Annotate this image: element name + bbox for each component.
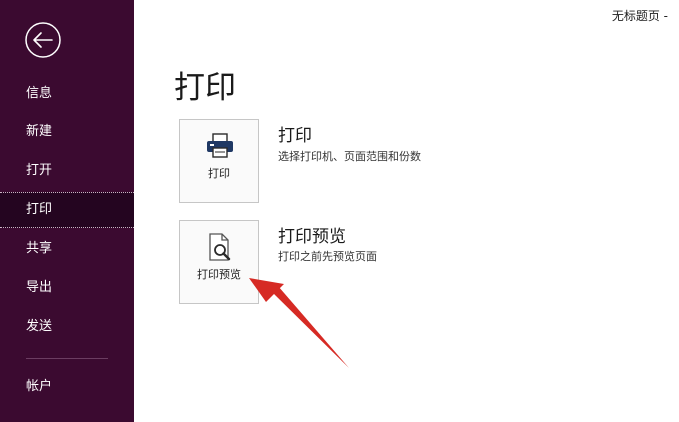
print-preview-option-description: 打印之前先预览页面	[278, 250, 377, 263]
sidebar-item-new[interactable]: 新建	[0, 114, 134, 150]
sidebar-item-export[interactable]: 导出	[0, 270, 134, 306]
print-option-description: 选择打印机、页面范围和份数	[278, 150, 421, 163]
sidebar-item-info[interactable]: 信息	[0, 76, 134, 112]
sidebar-divider	[26, 358, 108, 359]
back-arrow-icon	[25, 22, 61, 58]
print-preview-option-title: 打印预览	[278, 227, 346, 247]
back-button[interactable]	[25, 22, 61, 58]
print-preview-button[interactable]: 打印预览	[179, 220, 259, 304]
sidebar-item-account[interactable]: 帐户	[0, 369, 134, 405]
sidebar-item-share[interactable]: 共享	[0, 231, 134, 267]
sidebar-item-open[interactable]: 打开	[0, 153, 134, 189]
print-button-label: 打印	[208, 167, 230, 180]
sidebar-item-print[interactable]: 打印	[0, 192, 134, 228]
print-preview-button-label: 打印预览	[197, 268, 241, 281]
print-preview-icon	[204, 233, 236, 267]
document-title: 无标题页 -	[611, 9, 668, 23]
print-option-title: 打印	[278, 126, 312, 146]
print-button[interactable]: 打印	[179, 119, 259, 203]
backstage-sidebar: 信息 新建 打开 打印 共享 导出 发送 帐户	[0, 0, 134, 422]
sidebar-item-send[interactable]: 发送	[0, 309, 134, 345]
page-title: 打印	[174, 70, 236, 106]
printer-icon	[204, 132, 236, 166]
